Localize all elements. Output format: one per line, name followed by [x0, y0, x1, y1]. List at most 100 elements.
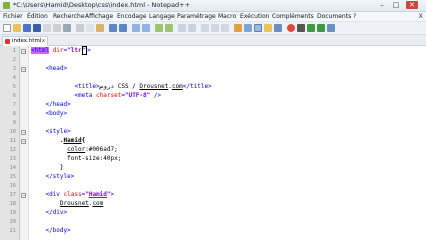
monitor-icon[interactable]: [274, 24, 282, 32]
menu-complements[interactable]: Compléments: [272, 12, 314, 21]
code-line: 18 Drousnet.com: [9, 200, 104, 207]
menu-fichier[interactable]: Fichier: [3, 12, 23, 21]
close-document-button[interactable]: X: [419, 12, 423, 21]
code-line: 5 <title>دروس CSS / Drousnet.com</title>: [12, 83, 212, 90]
redo-icon[interactable]: [119, 24, 127, 32]
show-all-icon[interactable]: [211, 24, 219, 32]
replace-icon[interactable]: [142, 24, 150, 32]
minimize-button[interactable]: –: [376, 1, 388, 9]
code-line: 14 }: [9, 164, 64, 171]
code-text: <div class="Hamid">: [45, 191, 115, 198]
code-line: 20: [9, 219, 16, 225]
code-text: </div>: [45, 209, 68, 216]
lang-icon[interactable]: [234, 24, 242, 32]
code-text: color:#006ad7;: [67, 146, 118, 153]
code-line: 17 − <div class="Hamid">: [9, 191, 115, 199]
menu-macro[interactable]: Macro: [218, 12, 236, 21]
menu-edition[interactable]: Édition: [27, 12, 48, 21]
code-text: </body>: [45, 227, 71, 234]
code-text: font-size:40px;: [31, 155, 122, 162]
cut-icon[interactable]: [76, 24, 84, 32]
fold-minus-icon[interactable]: −: [21, 139, 26, 145]
code-line: 1 − <html dir="ltr">: [12, 46, 91, 55]
fold-minus-icon[interactable]: −: [21, 193, 26, 199]
close-window-button[interactable]: ✕: [406, 1, 418, 9]
find-icon[interactable]: [132, 24, 140, 32]
menu-documents[interactable]: Documents: [317, 12, 351, 21]
paste-icon[interactable]: [96, 24, 104, 32]
save-macro-icon[interactable]: [327, 24, 335, 32]
undo-icon[interactable]: [109, 24, 117, 32]
code-line: 10 − <style>: [9, 128, 71, 136]
code-editor[interactable]: 1 − <html dir="ltr"> 2 3 − <head> 4 5 <t…: [0, 46, 426, 240]
save-all-icon[interactable]: [33, 24, 41, 32]
zoom-out-icon[interactable]: [165, 24, 173, 32]
code-text: </head>: [45, 101, 71, 108]
zoom-in-icon[interactable]: [155, 24, 163, 32]
code-text: </style>: [45, 173, 75, 180]
play-multi-icon[interactable]: [317, 24, 325, 32]
tab-bar: index.html x: [0, 35, 426, 46]
play-icon[interactable]: [307, 24, 315, 32]
code-text: <body>: [45, 110, 68, 117]
code-line: 11 − .Hamid{: [9, 137, 86, 145]
code-text: <meta charset="UTF-8" />: [74, 92, 162, 99]
code-line: 16: [9, 183, 16, 189]
menu-bar: Fichier Édition Recherche Affichage Enco…: [0, 12, 426, 22]
function-list-icon[interactable]: [254, 24, 262, 32]
menu-help[interactable]: ?: [353, 12, 356, 21]
menu-execution[interactable]: Exécution: [240, 12, 269, 21]
code-text: <title>دروس CSS / Drousnet.com</title>: [74, 83, 212, 90]
menu-recherche[interactable]: Recherche: [53, 12, 85, 21]
code-line: 6 <meta charset="UTF-8" />: [12, 92, 162, 99]
menu-affichage[interactable]: Affichage: [85, 12, 113, 21]
code-text: <html dir="ltr">: [31, 46, 91, 55]
code-line: 2: [12, 57, 16, 63]
code-line: 8 <body>: [12, 110, 68, 117]
doc-map-icon[interactable]: [244, 24, 252, 32]
window-title: *C:\Users\Hamid\Desktop\css\index.html -…: [13, 1, 191, 9]
new-file-icon[interactable]: [3, 24, 11, 32]
close-icon[interactable]: [43, 24, 51, 32]
stop-icon[interactable]: [297, 24, 305, 32]
code-line: 13 font-size:40px;: [9, 155, 122, 162]
fold-minus-icon[interactable]: −: [21, 130, 26, 136]
sync-h-icon[interactable]: [188, 24, 196, 32]
tab-close-icon[interactable]: x: [42, 37, 45, 46]
code-line: 15 </style>: [9, 173, 75, 180]
menu-encodage[interactable]: Encodage: [117, 12, 147, 21]
code-text: <style>: [45, 128, 71, 135]
code-text: <head>: [45, 65, 68, 72]
fold-minus-icon[interactable]: −: [21, 49, 26, 55]
code-line: 19 </div>: [9, 209, 68, 216]
indent-guide-icon[interactable]: [221, 24, 229, 32]
code-line: 3 − <head>: [12, 65, 68, 73]
save-icon[interactable]: [23, 24, 31, 32]
word-wrap-icon[interactable]: [201, 24, 209, 32]
menu-langage[interactable]: Langage: [149, 12, 175, 21]
copy-icon[interactable]: [86, 24, 94, 32]
close-all-icon[interactable]: [53, 24, 61, 32]
menu-parametrage[interactable]: Paramétrage: [177, 12, 216, 21]
open-file-icon[interactable]: [13, 24, 21, 32]
tab-index-html[interactable]: index.html x: [2, 36, 48, 46]
code-text: }: [31, 164, 64, 171]
notepadpp-app-icon: [3, 2, 10, 9]
code-line: 12 color:#006ad7;: [9, 146, 118, 153]
code-line: 4: [12, 75, 16, 81]
maximize-button[interactable]: □: [390, 1, 402, 9]
sync-v-icon[interactable]: [178, 24, 186, 32]
unsaved-file-icon: [5, 39, 10, 44]
code-line: 7 </head>: [12, 101, 71, 108]
code-line: 21 </body>: [9, 227, 71, 234]
code-text: Drousnet.com: [59, 200, 104, 207]
code-line: 9: [12, 120, 16, 126]
tab-label: index.html: [12, 38, 42, 44]
code-text: .Hamid{: [59, 137, 86, 144]
record-icon[interactable]: [287, 24, 295, 32]
fold-minus-icon[interactable]: −: [21, 67, 26, 73]
print-icon[interactable]: [63, 24, 71, 32]
title-bar: *C:\Users\Hamid\Desktop\css\index.html -…: [0, 0, 426, 12]
folder-icon[interactable]: [264, 24, 272, 32]
toolbar: [0, 22, 426, 35]
